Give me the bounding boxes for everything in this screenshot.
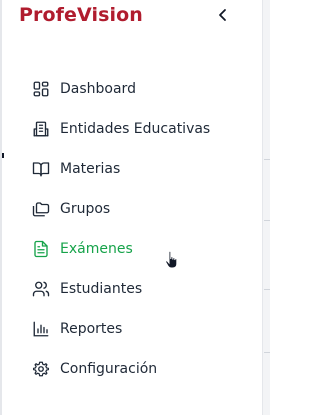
content-divider <box>264 352 270 353</box>
sidebar-item-reportes[interactable]: Reportes <box>2 309 264 349</box>
sidebar-item-configuracion[interactable]: Configuración <box>2 349 264 389</box>
building-icon <box>32 120 50 138</box>
content-divider <box>264 159 270 160</box>
folders-icon <box>32 200 50 218</box>
sidebar-item-label: Entidades Educativas <box>60 121 211 137</box>
sidebar-item-dashboard[interactable]: Dashboard <box>2 69 264 109</box>
users-icon <box>32 280 50 298</box>
sidebar-item-entidades-educativas[interactable]: Entidades Educativas <box>2 109 264 149</box>
brand-logo[interactable]: ProfeVision <box>19 4 143 26</box>
sidebar-item-materias[interactable]: Materias <box>2 149 264 189</box>
sidebar-item-label: Grupos <box>60 201 111 217</box>
sidebar-item-label: Configuración <box>60 361 158 377</box>
sidebar-item-grupos[interactable]: Grupos <box>2 189 264 229</box>
book-open-icon <box>32 160 50 178</box>
sidebar-nav: Dashboard Entidades Educativas Materias … <box>2 69 264 389</box>
sidebar-item-examenes[interactable]: Exámenes <box>2 229 264 269</box>
settings-gear-icon <box>32 360 50 378</box>
dashboard-grid-icon <box>32 80 50 98</box>
content-divider <box>264 220 270 221</box>
collapse-sidebar-button[interactable] <box>214 6 232 24</box>
sidebar-item-label: Dashboard <box>60 81 136 97</box>
sidebar-item-label: Reportes <box>60 321 123 337</box>
sidebar: ProfeVision Dashboard Entidades Educativ… <box>0 0 262 415</box>
file-text-icon <box>32 240 50 258</box>
sidebar-item-label: Exámenes <box>60 241 133 257</box>
hand-pointer-cursor-icon <box>164 250 180 270</box>
sidebar-item-estudiantes[interactable]: Estudiantes <box>2 269 264 309</box>
sidebar-item-label: Materias <box>60 161 121 177</box>
content-divider <box>264 289 270 290</box>
bar-chart-icon <box>32 320 50 338</box>
sidebar-item-label: Estudiantes <box>60 281 143 297</box>
chevron-left-icon <box>219 9 226 21</box>
